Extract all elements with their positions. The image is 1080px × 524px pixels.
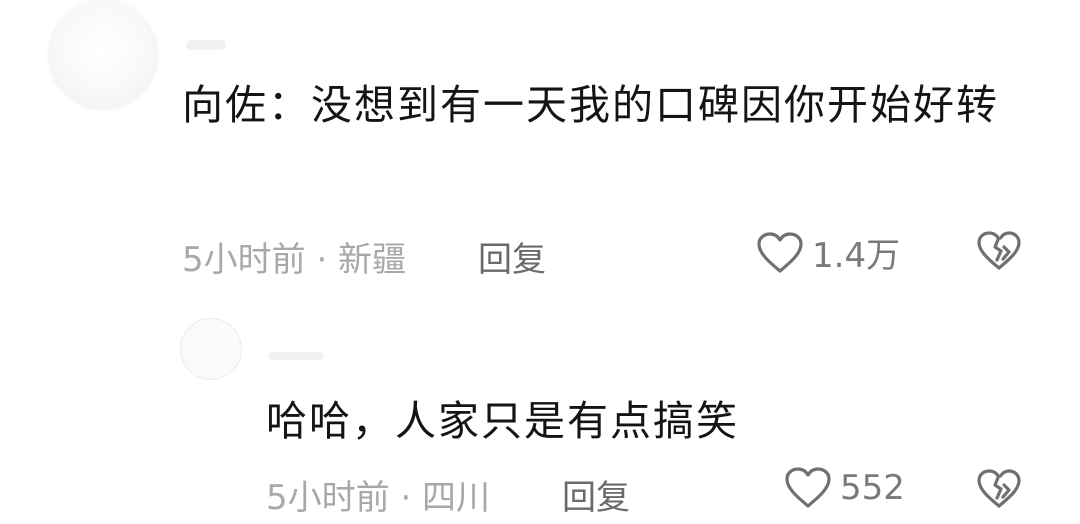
reply-meta: 5小时前 · 四川 xyxy=(266,478,491,518)
like-count: 552 xyxy=(840,468,905,508)
dislike-button[interactable] xyxy=(976,230,1022,272)
like-button[interactable]: 1.4万 xyxy=(756,228,900,277)
replier-name-blurred[interactable] xyxy=(268,352,324,360)
heart-outline-icon xyxy=(785,467,831,508)
reply-button[interactable]: 回复 xyxy=(478,232,546,281)
heart-outline-icon xyxy=(757,231,803,273)
like-count: 1.4万 xyxy=(812,236,901,276)
commenter-avatar[interactable] xyxy=(48,0,158,110)
comment-meta: 5小时前 · 新疆 xyxy=(182,240,407,280)
like-button[interactable]: 552 xyxy=(784,466,905,510)
dislike-button[interactable] xyxy=(976,468,1022,510)
reply-button[interactable]: 回复 xyxy=(562,470,630,519)
broken-heart-icon xyxy=(977,469,1021,508)
commenter-name-blurred[interactable] xyxy=(186,40,226,50)
broken-heart-icon xyxy=(977,231,1021,270)
replier-avatar[interactable] xyxy=(180,318,242,380)
comment-text: 向佐：没想到有一天我的口碑因你开始好转 xyxy=(182,81,999,129)
reply-text: 哈哈，人家只是有点搞笑 xyxy=(266,397,739,445)
